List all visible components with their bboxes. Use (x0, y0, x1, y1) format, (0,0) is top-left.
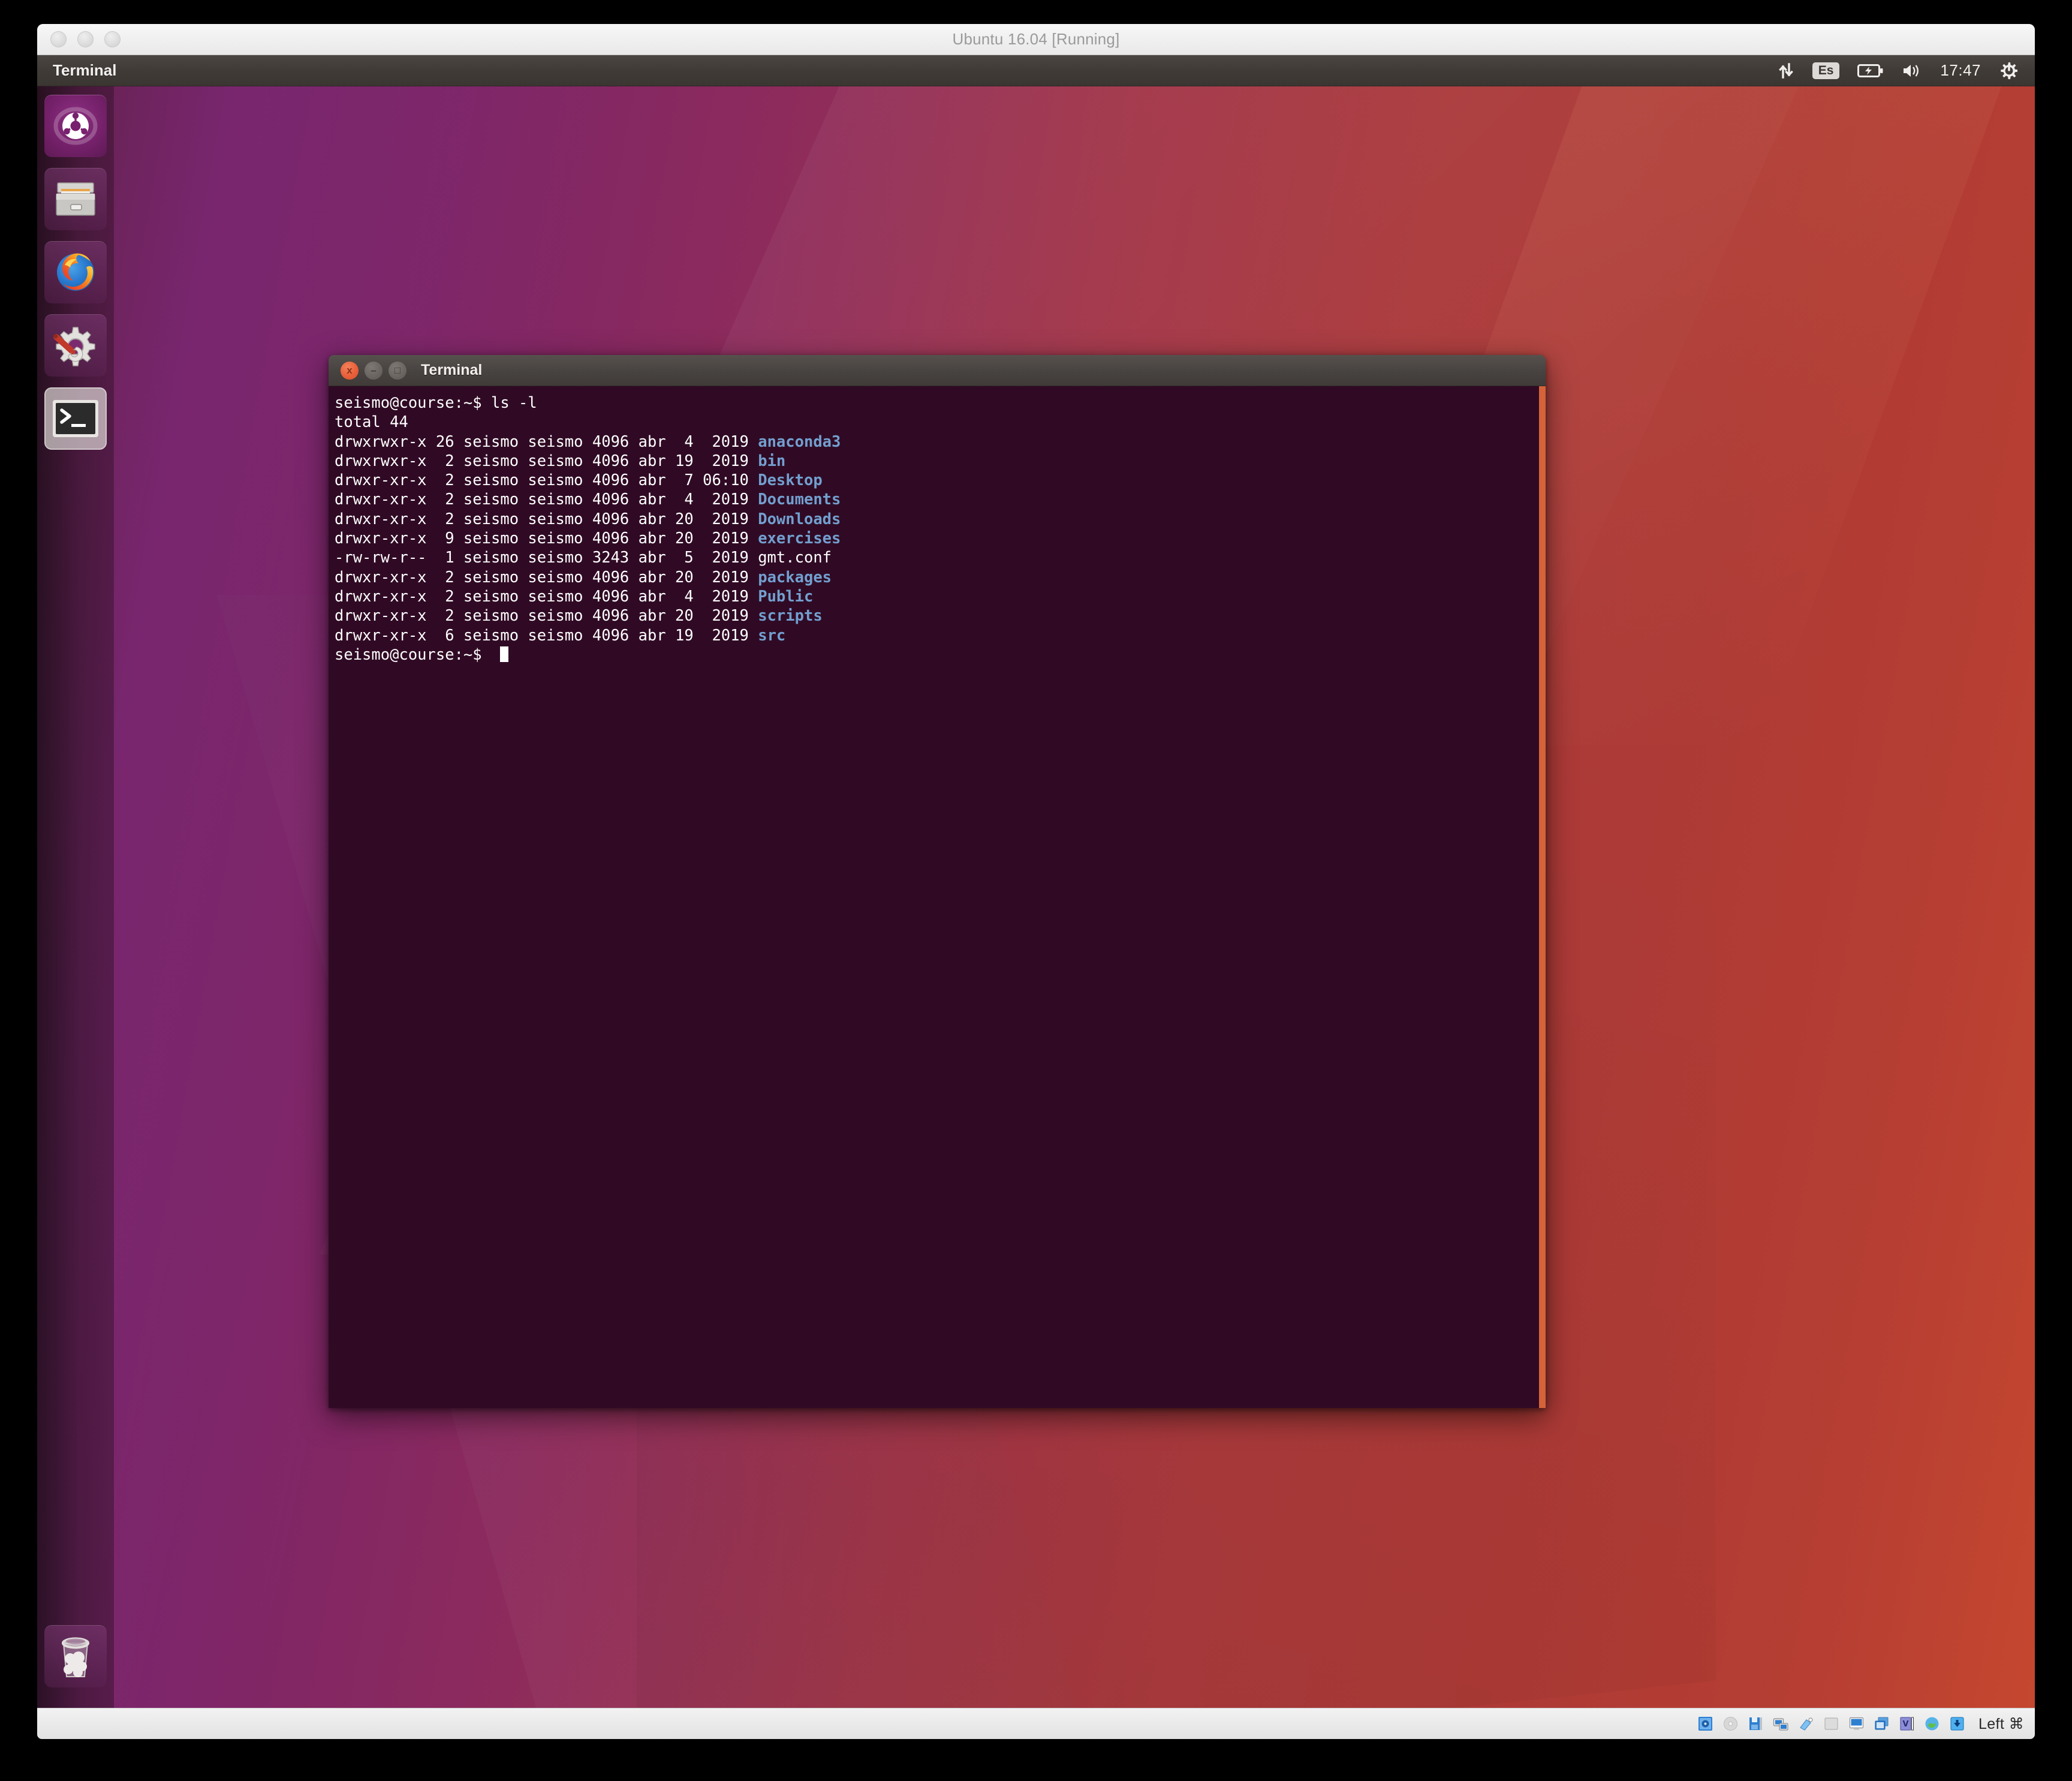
directory-name: src (758, 626, 786, 645)
directory-name: scripts (758, 607, 823, 625)
terminal-close-button[interactable]: x (341, 361, 359, 380)
host-title-bar: Ubuntu 16.04 [Running] (37, 24, 2035, 55)
file-cabinet-icon (44, 168, 107, 230)
minimize-window-button[interactable] (77, 31, 94, 47)
host-key-label: Left ⌘ (1978, 1715, 2024, 1732)
launcher-item-files[interactable] (44, 168, 107, 230)
directory-name: packages (758, 568, 832, 586)
launcher-item-system-settings[interactable] (44, 314, 107, 377)
launcher-trash-wrap (37, 1625, 114, 1687)
terminal-scrollbar[interactable] (1539, 386, 1546, 1408)
trash-icon (44, 1625, 107, 1687)
gear-icon[interactable] (1999, 61, 2018, 80)
hard-disk-icon[interactable] (1697, 1715, 1714, 1732)
display-icon[interactable] (1848, 1715, 1865, 1732)
unity-top-panel: Terminal Es 17:47 (37, 55, 2035, 86)
panel-indicator-area: Es 17:47 (1778, 61, 2035, 80)
launcher-item-trash[interactable] (44, 1625, 107, 1687)
vm-screen: Terminal Es 17:47 x – □ Terminal seismo@… (37, 55, 2035, 1708)
network-icon[interactable] (1772, 1715, 1790, 1732)
clock[interactable]: 17:47 (1940, 61, 1981, 80)
mouse-integration-icon[interactable] (1923, 1715, 1941, 1732)
mac-window-controls (50, 31, 121, 47)
video-capture-icon[interactable] (1873, 1715, 1890, 1732)
terminal-scrollbar-thumb[interactable] (1539, 386, 1546, 1408)
terminal-body[interactable]: seismo@course:~$ ls -l total 44 drwxrwxr… (329, 386, 1546, 1408)
directory-name: Downloads (758, 510, 841, 528)
terminal-window[interactable]: x – □ Terminal seismo@course:~$ ls -l to… (329, 355, 1546, 1408)
virtualbox-window: Ubuntu 16.04 [Running] Terminal Es 17:47… (37, 24, 2035, 1739)
keyboard-icon[interactable] (1948, 1715, 1966, 1732)
directory-name: bin (758, 452, 786, 470)
optical-disk-icon[interactable] (1722, 1715, 1739, 1732)
terminal-title-bar[interactable]: x – □ Terminal (329, 355, 1546, 386)
unity-launcher (37, 86, 114, 1708)
usb-icon[interactable] (1797, 1715, 1815, 1732)
terminal-output: seismo@course:~$ ls -l total 44 drwxrwxr… (335, 394, 841, 664)
directory-name: Public (758, 587, 814, 606)
panel-app-title[interactable]: Terminal (53, 61, 116, 80)
floppy-disk-icon[interactable] (1747, 1715, 1764, 1732)
network-icon[interactable] (1778, 62, 1794, 80)
directory-name: exercises (758, 530, 841, 548)
launcher-item-terminal[interactable] (44, 387, 107, 450)
launcher-item-ubuntu-dash[interactable] (44, 95, 107, 157)
virtualization-icon[interactable]: V (1898, 1715, 1916, 1732)
zoom-window-button[interactable] (104, 31, 121, 47)
firefox-icon (44, 241, 107, 303)
svg-text:V: V (1902, 1720, 1908, 1729)
terminal-maximize-button[interactable]: □ (389, 361, 406, 380)
volume-icon[interactable] (1902, 62, 1922, 79)
terminal-minimize-button[interactable]: – (365, 361, 383, 380)
ubuntu-logo-icon (44, 95, 107, 157)
launcher-item-firefox[interactable] (44, 241, 107, 303)
keyboard-layout-indicator[interactable]: Es (1812, 62, 1840, 79)
terminal-cursor (500, 646, 509, 662)
directory-name: Desktop (758, 471, 823, 490)
virtualbox-status-bar: V Left ⌘ (37, 1708, 2035, 1739)
directory-name: anaconda3 (758, 432, 841, 451)
battery-icon[interactable] (1857, 63, 1884, 79)
shared-folders-icon[interactable] (1823, 1715, 1840, 1732)
terminal-title: Terminal (421, 362, 483, 378)
terminal-icon (44, 387, 107, 450)
vm-title: Ubuntu 16.04 [Running] (952, 30, 1120, 48)
close-window-button[interactable] (50, 31, 67, 47)
gear-wrench-icon (44, 314, 107, 377)
directory-name: Documents (758, 491, 841, 509)
